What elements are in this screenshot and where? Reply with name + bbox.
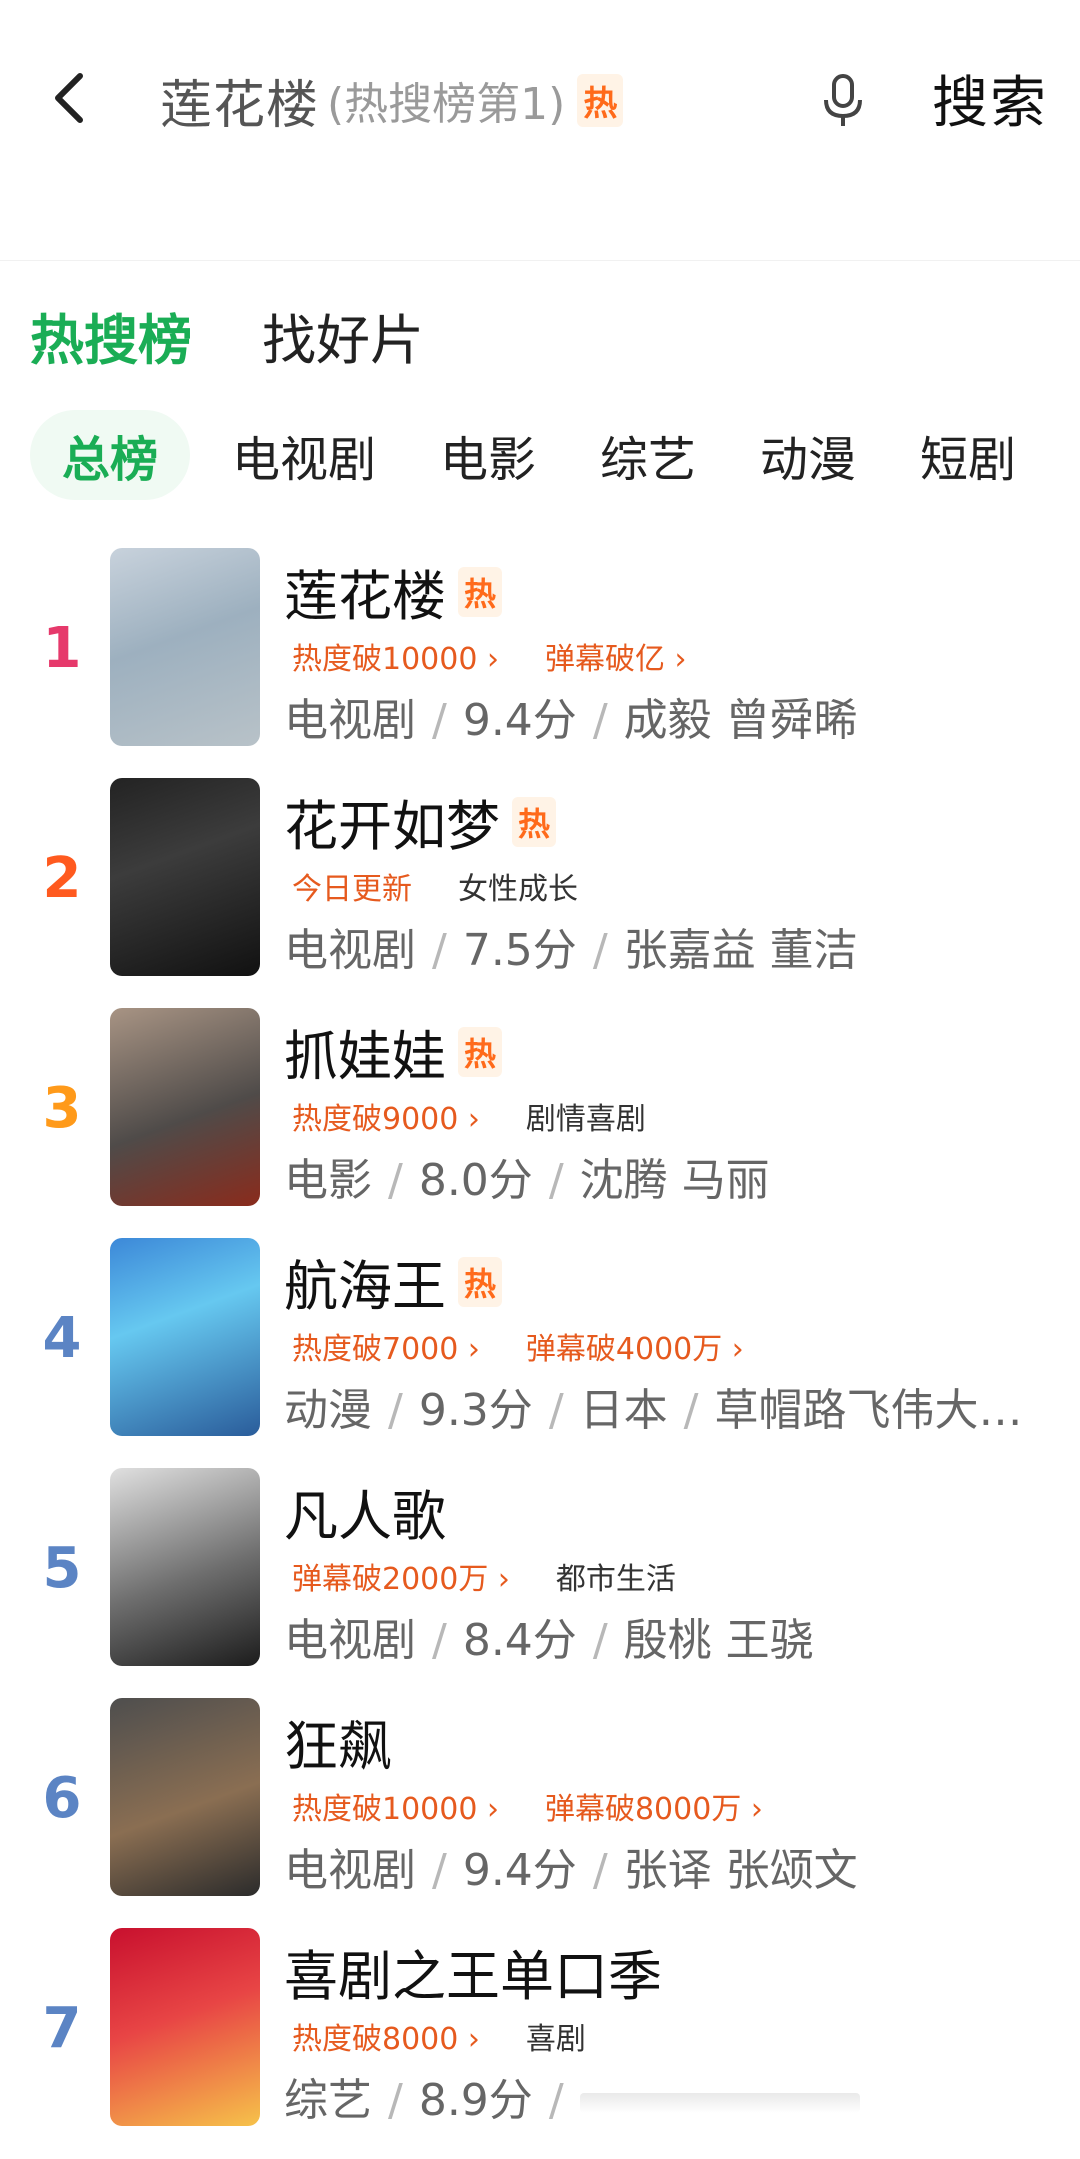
item-title: 凡人歌: [284, 1485, 446, 1548]
item-score: 8.0分: [418, 1155, 533, 1206]
hot-badge: 热: [458, 1256, 503, 1307]
item-meta: 电影/8.0分 / 沈腾 马丽: [284, 1155, 770, 1206]
item-type: 电影: [284, 1155, 372, 1206]
category-tab-tv[interactable]: 电视剧: [232, 420, 376, 490]
rank-number: 2: [42, 846, 82, 911]
category-tab-movie[interactable]: 电影: [440, 420, 536, 490]
item-meta: 电视剧/9.4分 / 张译 张颂文: [284, 1845, 858, 1896]
item-cast: 成毅 曾舜晞: [623, 695, 858, 746]
list-item[interactable]: 6 狂飙 热度破10000 › 弹幕破8000万 › 电视剧/9.4分 / 张译 张…: [0, 1698, 1080, 1928]
item-score: 9.4分: [462, 1845, 577, 1896]
item-tag[interactable]: 弹幕破亿 ›: [545, 634, 687, 678]
rank-number: 6: [42, 1766, 82, 1831]
poster-image[interactable]: [110, 548, 260, 746]
category-tab-variety[interactable]: 综艺: [600, 420, 696, 490]
rank-number: 7: [42, 1996, 82, 2061]
item-title: 莲花楼: [284, 565, 446, 628]
item-score: 8.4分: [462, 1615, 577, 1666]
item-type: 电视剧: [284, 1845, 416, 1896]
rank-number: 5: [42, 1536, 82, 1601]
item-type: 电视剧: [284, 925, 416, 976]
item-tag: 喜剧: [525, 2022, 586, 2057]
item-tag: 都市生活: [555, 1562, 676, 1597]
item-tag[interactable]: 弹幕破8000万 ›: [545, 1784, 763, 1828]
item-title: 狂飙: [284, 1715, 392, 1778]
hot-badge: 热: [458, 566, 503, 617]
item-cast: 张译 张颂文: [623, 1845, 858, 1896]
poster-image[interactable]: [110, 1468, 260, 1666]
category-tab-anime[interactable]: 动漫: [760, 420, 856, 490]
search-rank-hint: (热搜榜第1): [327, 79, 566, 130]
item-tag[interactable]: 弹幕破2000万 ›: [292, 1554, 510, 1598]
header-divider: [0, 260, 1080, 261]
item-tag[interactable]: 热度破8000 ›: [292, 2014, 480, 2058]
poster-image[interactable]: [110, 1928, 260, 2126]
item-description: 草帽路飞伟大…: [714, 1385, 1023, 1436]
item-cast: 张嘉益 董洁: [623, 925, 858, 976]
poster-image[interactable]: [110, 1238, 260, 1436]
poster-image[interactable]: [110, 1698, 260, 1896]
search-input[interactable]: 莲花楼 (热搜榜第1) 热: [160, 58, 720, 142]
item-title: 喜剧之王单口季: [284, 1945, 662, 2008]
item-origin: 日本: [579, 1385, 668, 1436]
item-tag[interactable]: 今日更新: [292, 864, 412, 908]
ranking-list: 1 莲花楼 热 热度破10000 › 弹幕破亿 › 电视剧/9.4分 / 成毅 曾舜…: [0, 548, 1080, 2158]
voice-search-button[interactable]: [818, 70, 868, 130]
item-tag[interactable]: 热度破10000 ›: [292, 634, 499, 678]
hot-badge: 热: [512, 796, 557, 847]
list-item[interactable]: 2 花开如梦 热 今日更新 女性成长 电视剧/7.5分 / 张嘉益 董洁: [0, 778, 1080, 1008]
list-item[interactable]: 4 航海王 热 热度破7000 › 弹幕破4000万 › 动漫/9.3分 / 日本 /…: [0, 1238, 1080, 1468]
tab-find-good[interactable]: 找好片: [262, 296, 424, 375]
category-tabs: 总榜 电视剧 电影 综艺 动漫 短剧: [30, 410, 1080, 500]
item-type: 动漫: [284, 1385, 372, 1436]
item-tag: 剧情喜剧: [525, 1102, 646, 1137]
item-tag[interactable]: 热度破7000 ›: [292, 1324, 480, 1368]
list-item[interactable]: 1 莲花楼 热 热度破10000 › 弹幕破亿 › 电视剧/9.4分 / 成毅 曾舜…: [0, 548, 1080, 778]
item-meta: 综艺/8.9分 /: [284, 2064, 860, 2128]
item-title: 抓娃娃: [284, 1025, 446, 1088]
main-tabs: 热搜榜 找好片: [30, 296, 424, 375]
back-button[interactable]: [48, 68, 88, 128]
item-score: 9.4分: [462, 695, 577, 746]
item-meta: 动漫/9.3分 / 日本 / 草帽路飞伟大…: [284, 1385, 1023, 1436]
item-score: 7.5分: [462, 925, 577, 976]
item-tag[interactable]: 热度破10000 ›: [292, 1784, 499, 1828]
tab-hot-search[interactable]: 热搜榜: [30, 296, 192, 375]
item-tag[interactable]: 热度破9000 ›: [292, 1094, 480, 1138]
category-tab-short[interactable]: 短剧: [920, 420, 1016, 490]
rank-number: 3: [42, 1076, 82, 1141]
search-query-text: 莲花楼: [160, 75, 320, 136]
search-header: 莲花楼 (热搜榜第1) 热 搜索: [0, 0, 1080, 260]
item-meta: 电视剧/9.4分 / 成毅 曾舜晞: [284, 695, 858, 746]
item-meta: 电视剧/8.4分 / 殷桃 王骁: [284, 1615, 814, 1666]
rank-number: 1: [42, 616, 82, 681]
microphone-icon: [824, 74, 862, 126]
category-tab-all[interactable]: 总榜: [30, 410, 190, 500]
search-button[interactable]: 搜索: [932, 58, 1048, 139]
list-item[interactable]: 5 凡人歌 弹幕破2000万 › 都市生活 电视剧/8.4分 / 殷桃 王骁: [0, 1468, 1080, 1698]
back-arrow-icon: [55, 73, 83, 123]
item-type: 综艺: [284, 2075, 372, 2126]
item-score: 8.9分: [418, 2075, 533, 2126]
item-meta: 电视剧/7.5分 / 张嘉益 董洁: [284, 925, 858, 976]
poster-image[interactable]: [110, 1008, 260, 1206]
rank-number: 4: [42, 1306, 82, 1371]
hot-badge: 热: [577, 73, 624, 127]
list-item[interactable]: 7 喜剧之王单口季 热度破8000 › 喜剧 综艺/8.9分 /: [0, 1928, 1080, 2158]
item-cast: 殷桃 王骁: [623, 1615, 814, 1666]
item-title: 航海王: [284, 1255, 446, 1318]
item-tag[interactable]: 弹幕破4000万 ›: [526, 1324, 744, 1368]
item-score: 9.3分: [418, 1385, 533, 1436]
obscured-cast: [579, 2093, 860, 2113]
hot-badge: 热: [458, 1026, 503, 1077]
list-item[interactable]: 3 抓娃娃 热 热度破9000 › 剧情喜剧 电影/8.0分 / 沈腾 马丽: [0, 1008, 1080, 1238]
item-title: 花开如梦: [284, 795, 500, 858]
item-cast: 沈腾 马丽: [579, 1155, 770, 1206]
item-type: 电视剧: [284, 1615, 416, 1666]
poster-image[interactable]: [110, 778, 260, 976]
item-type: 电视剧: [284, 695, 416, 746]
item-tag: 女性成长: [458, 872, 578, 907]
